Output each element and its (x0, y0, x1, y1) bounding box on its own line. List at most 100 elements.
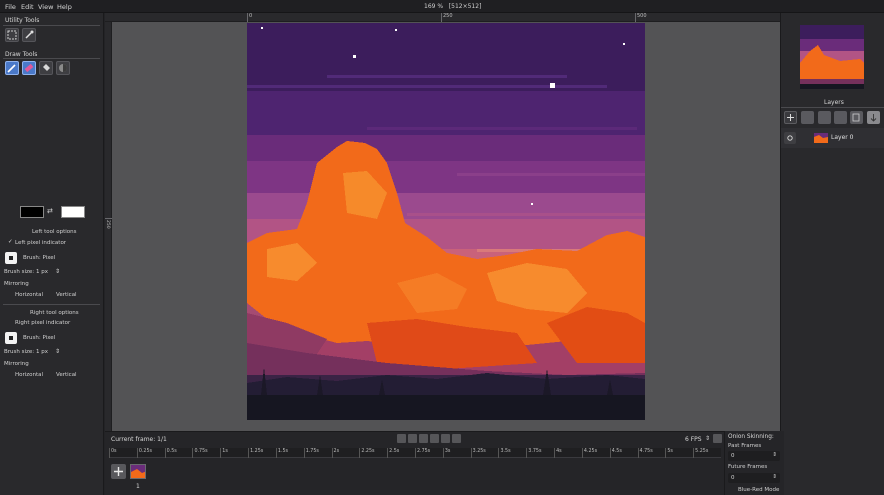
left-mirroring-label: Mirroring (4, 281, 29, 287)
timeline-tick (665, 448, 667, 458)
add-frame-button[interactable] (111, 464, 126, 479)
menu-help[interactable]: Help (57, 3, 72, 11)
right-color-swatch[interactable] (61, 206, 85, 218)
future-frames-spinner-icon[interactable]: ⇕ (772, 474, 777, 480)
ruler-tick (105, 218, 112, 219)
merge-down-icon[interactable] (867, 111, 880, 124)
past-frames-label: Past Frames (728, 443, 762, 449)
left-brush-label: Brush: Pixel (23, 255, 56, 261)
left-brush-size-value[interactable]: 1 px (36, 269, 48, 275)
blue-red-mode-toggle[interactable]: Blue-Red Mode (738, 487, 779, 493)
move-up-icon[interactable] (818, 111, 831, 124)
add-layer-icon[interactable] (784, 111, 797, 124)
add-icon (114, 467, 123, 476)
right-mirror-vertical[interactable]: Vertical (56, 372, 77, 378)
timeline-tick-label: 0s (111, 449, 117, 454)
play-backwards-icon[interactable] (419, 434, 428, 443)
past-frames-input[interactable]: 0 ⇕ (728, 451, 780, 461)
timeline-tick-label: 1s (222, 449, 228, 454)
future-frames-input[interactable]: 0 ⇕ (728, 473, 780, 483)
swap-colors-icon[interactable]: ⇄ (47, 207, 53, 215)
layer-thumbnail (814, 133, 828, 143)
move-down-icon[interactable] (834, 111, 847, 124)
left-mirror-horizontal[interactable]: Horizontal (15, 292, 43, 298)
timeline-tick-label: 3s (444, 449, 451, 454)
draw-tools-title: Draw Tools (5, 51, 38, 58)
left-tool-options-title: Left tool options (32, 229, 77, 235)
left-brush-size-spinner-icon[interactable]: ⇕ (55, 268, 60, 275)
right-brush-size-value[interactable]: 1 px (36, 349, 48, 355)
timeline-tick (331, 448, 333, 458)
loop-icon[interactable] (713, 434, 722, 443)
frame-thumbnail[interactable] (130, 464, 146, 479)
ruler-tick (441, 13, 442, 22)
menu-view[interactable]: View (38, 3, 53, 11)
layer-visibility-toggle[interactable] (784, 132, 796, 144)
lighten-darken-icon[interactable] (56, 61, 70, 75)
menu-edit[interactable]: Edit (21, 3, 34, 11)
clone-layer-icon[interactable] (850, 111, 863, 124)
right-brush-icon[interactable] (5, 332, 17, 344)
timeline-tick-label: 4.25s (583, 449, 598, 454)
ruler-label: 0 (249, 13, 253, 19)
timeline-tick-label: 4s (556, 449, 562, 454)
left-pixel-indicator-check-icon[interactable]: ✓ (8, 239, 13, 245)
left-color-swatch[interactable] (20, 206, 44, 218)
next-frame-icon[interactable] (441, 434, 450, 443)
ruler-tick (247, 13, 248, 22)
zoom-level: 169 % (424, 3, 444, 10)
timeline-tick (192, 448, 194, 458)
first-frame-icon[interactable] (397, 434, 406, 443)
past-frames-value: 0 (731, 453, 735, 459)
bucket-fill-icon[interactable] (39, 61, 53, 75)
right-mirror-horizontal[interactable]: Horizontal (15, 372, 43, 378)
eraser-icon[interactable] (22, 61, 36, 75)
divider (781, 107, 884, 108)
timeline-tick-label: 5s (667, 449, 673, 454)
timeline-tick (164, 448, 166, 458)
drawing-canvas[interactable] (247, 23, 645, 420)
left-brush-size-label: Brush size: (4, 269, 35, 275)
timeline-tick (442, 448, 444, 458)
timeline-tick (415, 448, 416, 458)
right-pixel-indicator-label[interactable]: Right pixel indicator (15, 320, 70, 326)
rectangle-select-icon[interactable] (5, 28, 19, 42)
zoom-info: 169 % [512×512] (424, 3, 481, 10)
timeline-tick-label: 1.75s (305, 449, 319, 454)
past-frames-spinner-icon[interactable]: ⇕ (772, 452, 777, 458)
fps-value[interactable]: 6 FPS (685, 436, 702, 443)
menu-file[interactable]: File (5, 3, 16, 11)
pencil-icon[interactable] (5, 61, 19, 75)
last-frame-icon[interactable] (452, 434, 461, 443)
timeline-tick-label: 1.5s (277, 449, 289, 454)
color-picker-icon[interactable] (22, 28, 36, 42)
timeline-tick (359, 448, 361, 458)
timeline-tick (303, 448, 305, 458)
play-icon[interactable] (430, 434, 439, 443)
future-frames-value: 0 (731, 475, 735, 481)
timeline-tick-label: 1.25s (250, 449, 264, 454)
layer-name: Layer 0 (831, 134, 854, 141)
timeline-tick-label: 0.25s (138, 449, 152, 454)
left-brush-icon[interactable] (5, 252, 17, 264)
timeline-tick (693, 448, 695, 458)
right-mirroring-label: Mirroring (4, 361, 29, 367)
right-brush-size-spinner-icon[interactable]: ⇕ (55, 348, 60, 355)
previous-frame-icon[interactable] (408, 434, 417, 443)
remove-layer-icon[interactable] (801, 111, 814, 124)
timeline-tick-label: 2.5s (389, 449, 400, 454)
timeline-tick (387, 448, 389, 458)
fps-spinner-icon[interactable]: ⇕ (705, 435, 710, 442)
timeline-tick-label: 2s (333, 449, 340, 454)
layer-row[interactable]: Layer 0 (781, 128, 884, 148)
right-brush-size-label: Brush size: (4, 349, 35, 355)
divider (3, 58, 100, 59)
canvas-area[interactable]: 0 250 500 250 (105, 13, 780, 431)
left-mirror-vertical[interactable]: Vertical (56, 292, 77, 298)
future-frames-label: Future Frames (728, 464, 768, 470)
timeline-tick-label: 5.25s (695, 449, 709, 454)
frame-number: 1 (136, 483, 140, 490)
canvas-size: [512×512] (448, 3, 482, 10)
divider (3, 304, 100, 305)
utility-tools-title: Utility Tools (5, 17, 40, 24)
